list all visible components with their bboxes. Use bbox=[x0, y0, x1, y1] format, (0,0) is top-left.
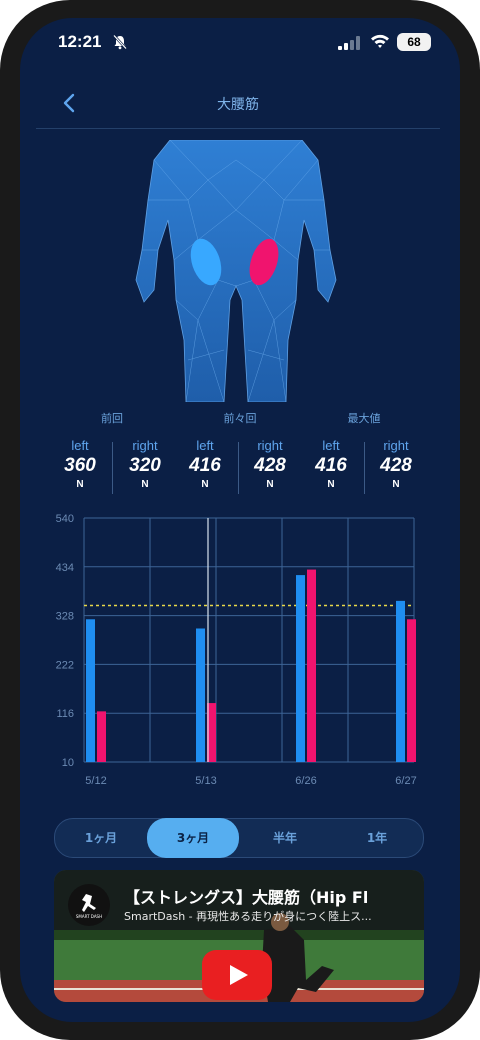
wifi-icon bbox=[371, 34, 389, 48]
stat-max-right: right 428 N bbox=[380, 438, 412, 490]
battery-icon: 68 bbox=[397, 33, 431, 51]
phone-frame: 12:21 68 大腰筋 前回 前々回 最大値 left 360 N right… bbox=[0, 0, 480, 1040]
stat-before-previous-right: right 428 N bbox=[254, 438, 286, 490]
stat-max-left: left 416 N bbox=[315, 438, 347, 490]
x-tick-label: 5/12 bbox=[85, 775, 106, 787]
bar-left bbox=[296, 575, 305, 762]
y-tick-label: 10 bbox=[62, 757, 74, 769]
group-label-previous: 前回 bbox=[101, 412, 123, 425]
video-channel-subtitle: SmartDash - 再現性ある走りが身につく陸上ス... bbox=[124, 910, 372, 923]
x-tick-label: 5/13 bbox=[195, 775, 216, 787]
period-option-3-months[interactable]: 3ヶ月 bbox=[147, 818, 239, 858]
bar-left bbox=[196, 628, 205, 762]
screen: 12:21 68 大腰筋 前回 前々回 最大値 left 360 N right… bbox=[20, 18, 460, 1022]
period-option-half-year[interactable]: 半年 bbox=[239, 819, 331, 857]
play-button-icon[interactable] bbox=[202, 950, 272, 1000]
x-tick-label: 6/27 bbox=[395, 775, 416, 787]
period-selector: 1ヶ月 3ヶ月 半年 1年 bbox=[54, 818, 424, 858]
video-thumbnail[interactable]: SMART DASH 【ストレングス】大腰筋（Hip Fl SmartDash … bbox=[54, 870, 424, 1002]
status-bar: 12:21 68 bbox=[20, 18, 460, 70]
y-tick-label: 222 bbox=[56, 659, 74, 671]
group-label-max: 最大値 bbox=[347, 412, 381, 425]
nav-header: 大腰筋 bbox=[36, 84, 440, 129]
video-title: 【ストレングス】大腰筋（Hip Fl bbox=[124, 888, 369, 907]
signal-icon bbox=[338, 36, 360, 50]
muscle-body-illustration bbox=[135, 140, 337, 402]
bar-right bbox=[407, 619, 416, 762]
period-option-1-month[interactable]: 1ヶ月 bbox=[55, 819, 147, 857]
bell-muted-icon bbox=[113, 34, 127, 50]
page-title: 大腰筋 bbox=[217, 97, 259, 113]
y-tick-label: 116 bbox=[56, 708, 74, 720]
stat-previous-left: left 360 N bbox=[64, 438, 96, 490]
bar-right bbox=[97, 711, 106, 762]
bar-right bbox=[307, 569, 316, 762]
y-tick-label: 540 bbox=[56, 513, 74, 525]
period-option-1-year[interactable]: 1年 bbox=[331, 819, 423, 857]
group-label-before-previous: 前々回 bbox=[223, 412, 257, 425]
channel-logo: SMART DASH bbox=[68, 884, 110, 926]
bar-left bbox=[396, 600, 405, 762]
stat-before-previous-left: left 416 N bbox=[189, 438, 221, 490]
y-tick-label: 328 bbox=[56, 611, 74, 623]
status-time: 12:21 bbox=[58, 32, 102, 51]
y-tick-label: 434 bbox=[56, 562, 74, 574]
stat-previous-right: right 320 N bbox=[129, 438, 161, 490]
force-bar-chart[interactable]: 540 434 328 222 116 10 5/12 5/13 6/26 6/27 bbox=[20, 506, 460, 796]
bar-left bbox=[86, 619, 95, 762]
svg-text:SMART DASH: SMART DASH bbox=[76, 914, 102, 919]
x-tick-label: 6/26 bbox=[295, 775, 316, 787]
